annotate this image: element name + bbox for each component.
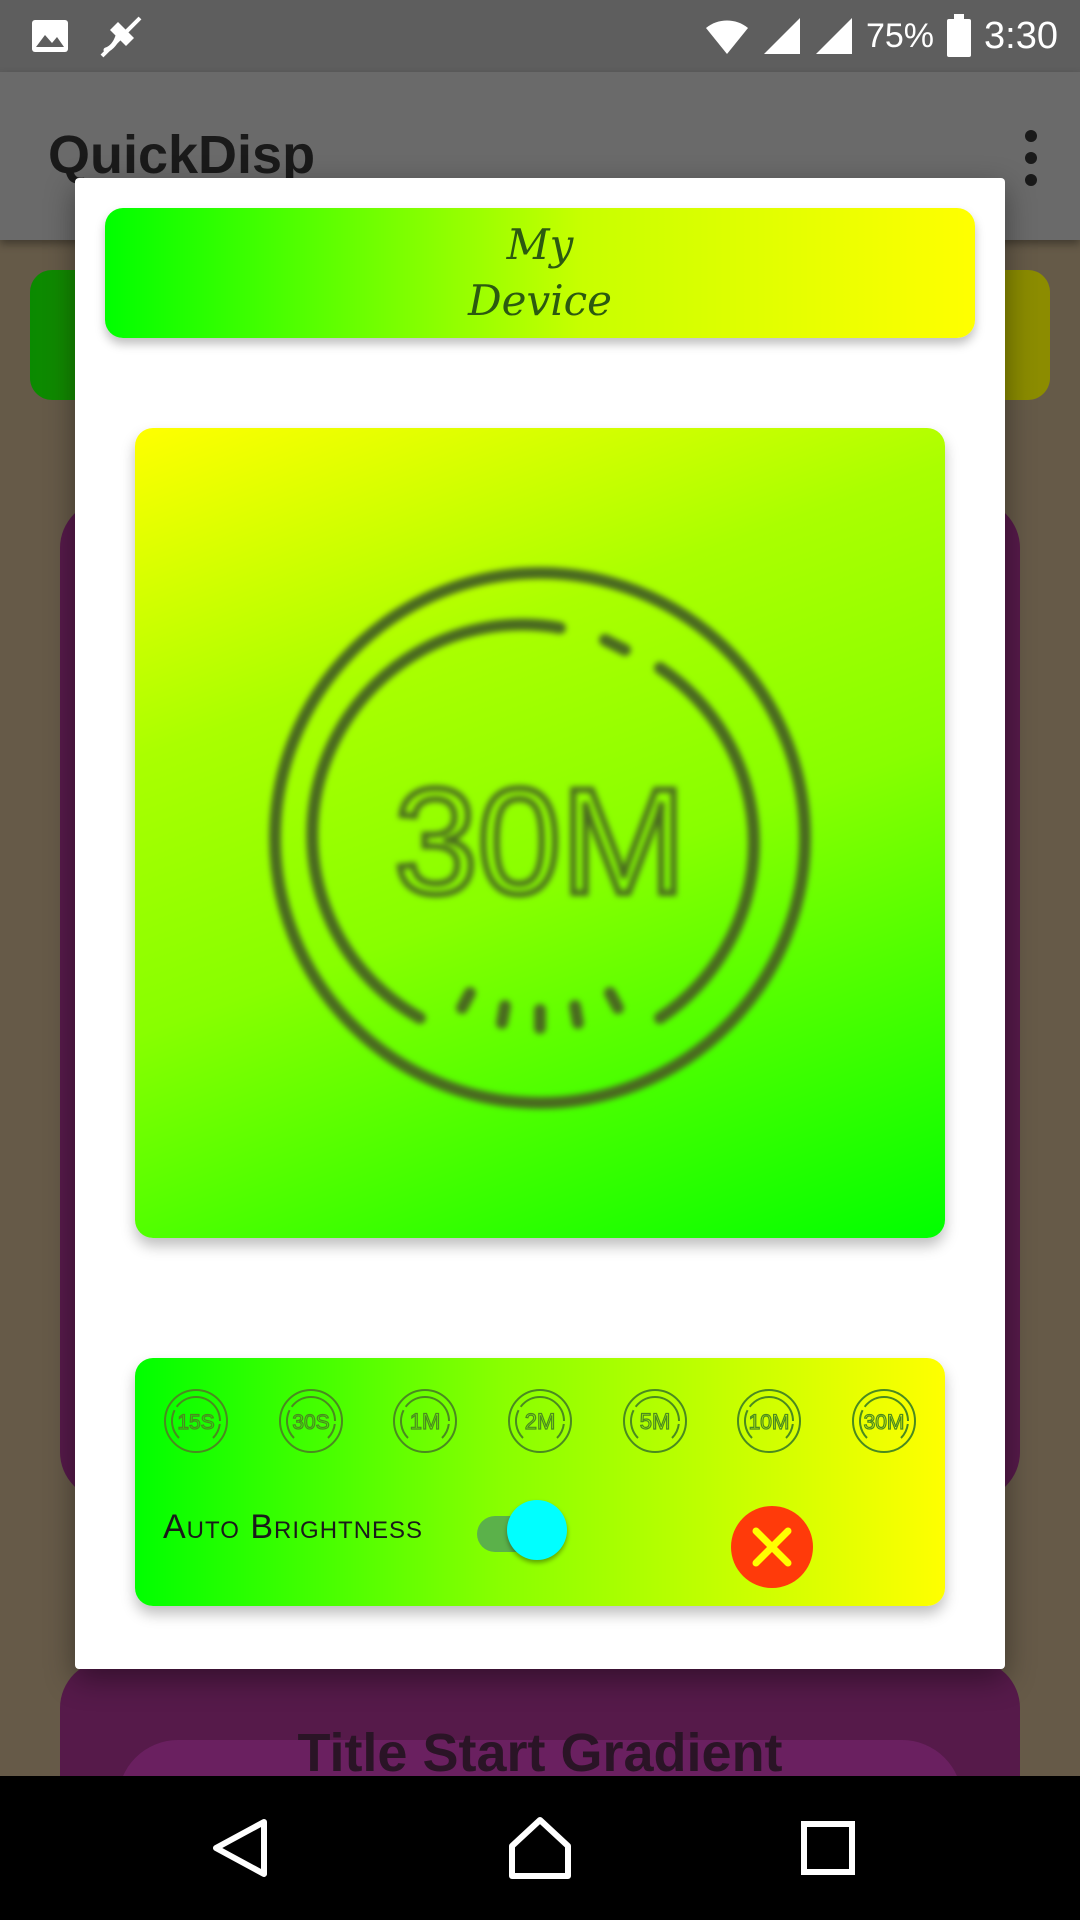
timer-1m-icon[interactable]: 1M xyxy=(392,1388,458,1454)
timeout-label: 30M xyxy=(864,1411,905,1434)
timeout-label: 5M xyxy=(639,1409,670,1434)
dialog-title-line-2: Device xyxy=(467,276,613,325)
auto-brightness-toggle[interactable] xyxy=(473,1500,571,1560)
auto-brightness-label: Auto Brightness xyxy=(163,1508,424,1546)
satellite-off-icon xyxy=(100,16,142,58)
timeout-label: 10M xyxy=(749,1411,790,1434)
app-title: QuickDisp xyxy=(48,125,316,185)
battery-icon xyxy=(947,14,972,57)
recents-icon[interactable] xyxy=(796,1816,860,1880)
signal-icon xyxy=(815,18,852,54)
timer-30m-icon[interactable]: 30M xyxy=(851,1388,917,1454)
clock: 3:30 xyxy=(984,14,1058,57)
timeout-options: 15S 30S 1M 2M 5M 10M 30M xyxy=(163,1388,917,1454)
status-bar: 75% 3:30 xyxy=(0,0,1080,72)
timeout-label: 1M xyxy=(410,1409,441,1434)
signal-icon xyxy=(763,18,800,54)
timeout-label: 15S xyxy=(177,1411,214,1434)
background-card-title: Title Start Gradient xyxy=(297,1723,783,1783)
close-icon xyxy=(752,1527,792,1567)
preview-label: 30M xyxy=(394,757,686,925)
back-icon[interactable] xyxy=(208,1816,272,1880)
image-icon xyxy=(32,20,68,52)
home-icon[interactable] xyxy=(508,1816,572,1880)
timer-15s-icon[interactable]: 15S xyxy=(163,1388,229,1454)
timer-30s-icon[interactable]: 30S xyxy=(278,1388,344,1454)
timer-5m-icon[interactable]: 5M xyxy=(622,1388,688,1454)
navigation-bar xyxy=(0,1776,1080,1920)
timer-2m-icon[interactable]: 2M xyxy=(507,1388,573,1454)
close-button[interactable] xyxy=(731,1506,813,1588)
dialog-title-line-1: My xyxy=(506,220,574,269)
timer-30m-icon: 30M xyxy=(269,567,811,1109)
battery-percent: 75% xyxy=(865,16,935,55)
device-dialog: My Device 30M 15S 30S 1M 2M 5M 10M 30M Auto Br… xyxy=(75,178,1005,1669)
timeout-preview-card: 30M xyxy=(135,428,945,1238)
toggle-thumb xyxy=(507,1500,567,1560)
dialog-header: My Device xyxy=(105,208,975,338)
wifi-icon xyxy=(705,20,748,54)
controls-card: 15S 30S 1M 2M 5M 10M 30M Auto Brightness xyxy=(135,1358,945,1606)
timeout-label: 30S xyxy=(292,1411,329,1434)
overflow-menu-icon[interactable] xyxy=(1022,130,1040,190)
timeout-label: 2M xyxy=(525,1409,556,1434)
timer-10m-icon[interactable]: 10M xyxy=(736,1388,802,1454)
